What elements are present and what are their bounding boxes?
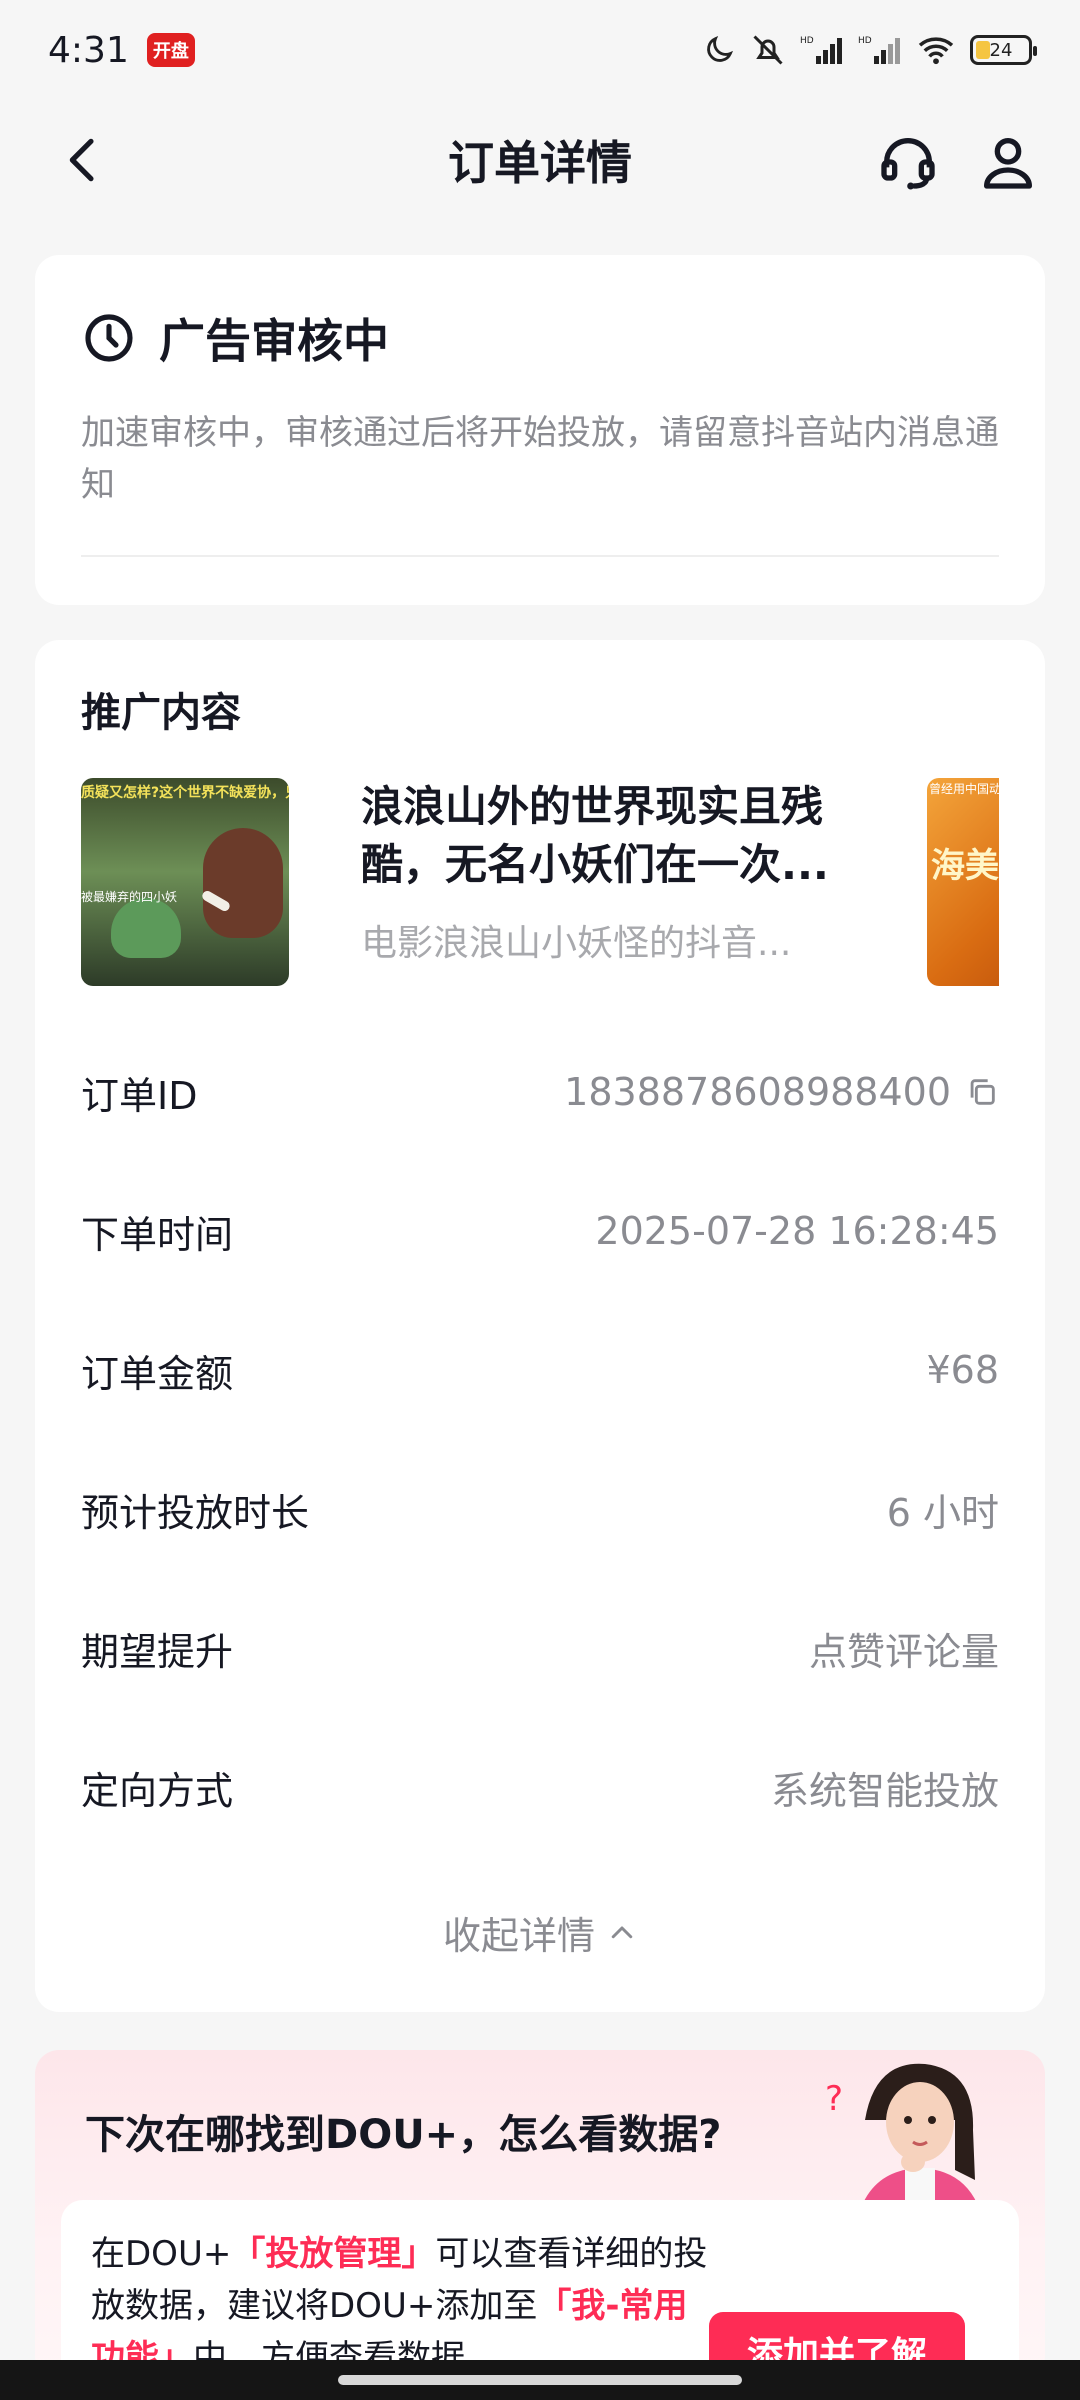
svg-text:?: ? — [825, 2079, 843, 2119]
order-detail-card: 推广内容 质疑又怎样?这个世界不缺爱协，只缺勇 被最嫌弃的四小妖 浪浪山外的世界… — [35, 640, 1045, 2012]
signal-icon: HD — [800, 36, 842, 64]
goal-row: 期望提升 点赞评论量 — [81, 1618, 999, 1678]
targeting-row: 定向方式 系统智能投放 — [81, 1757, 999, 1817]
signal-icon-2: HD — [858, 36, 900, 64]
video-thumbnail-2[interactable]: 曾经用中国动画惊艳了世 海美术电 — [927, 778, 999, 986]
order-time-row: 下单时间 2025-07-28 16:28:45 — [81, 1201, 999, 1261]
order-amount-row: 订单金额 ¥68 — [81, 1340, 999, 1400]
thumbnail-title-2: 海美术电 — [931, 846, 999, 886]
battery-level: 24 — [989, 39, 1013, 61]
status-header: 广告审核中 — [81, 305, 999, 371]
duration-value: 6 小时 — [886, 1490, 999, 1535]
nav-bar: 订单详情 — [0, 110, 1080, 210]
mute-bell-icon — [753, 35, 783, 65]
dou-plus-tip-card: 下次在哪找到DOU+，怎么看数据? ? 在DOU+「投放管理」可以查看详细的投放… — [35, 2050, 1045, 2380]
page-title: 订单详情 — [448, 136, 632, 190]
order-id-row: 订单ID 1838878608988400 — [81, 1062, 999, 1122]
order-id-value: 1838878608988400 — [564, 1070, 951, 1114]
user-icon[interactable] — [976, 130, 1040, 194]
home-indicator[interactable] — [338, 2375, 742, 2385]
thumbnail-caption: 质疑又怎样?这个世界不缺爱协，只缺勇 — [81, 785, 289, 801]
svg-text:HD: HD — [800, 36, 814, 46]
order-time-value: 2025-07-28 16:28:45 — [595, 1209, 999, 1253]
headset-icon[interactable] — [876, 130, 940, 194]
duration-row: 预计投放时长 6 小时 — [81, 1479, 999, 1539]
order-amount-label: 订单金额 — [81, 1351, 234, 1396]
thumbnail-character — [203, 828, 283, 938]
order-id-label: 订单ID — [81, 1073, 198, 1118]
duration-label: 预计投放时长 — [81, 1490, 310, 1535]
status-description: 加速审核中，审核通过后将开始投放，请留意抖音站内消息通知 — [81, 413, 999, 505]
order-amount-value: ¥68 — [926, 1348, 999, 1392]
thumbnail-caption-2: 曾经用中国动画惊艳了世 — [929, 782, 999, 796]
order-id-value-wrap: 1838878608988400 — [564, 1070, 999, 1114]
targeting-label: 定向方式 — [81, 1768, 234, 1813]
review-status-card: 广告审核中 加速审核中，审核通过后将开始投放，请留意抖音站内消息通知 — [35, 255, 1045, 605]
status-app-badge: 开盘 — [146, 33, 195, 67]
status-time: 4:31 — [48, 29, 129, 71]
tip-text: 在DOU+「投放管理」可以查看详细的投放数据，建议将DOU+添加至「我-常用功能… — [91, 2228, 711, 2380]
thumbnail-label: 被最嫌弃的四小妖 — [81, 890, 178, 904]
tip-title: 下次在哪找到DOU+，怎么看数据? — [85, 2112, 722, 2158]
video-author: 电影浪浪山小妖怪的抖音... — [361, 923, 792, 964]
wifi-icon — [918, 37, 954, 65]
thumbnail-character-2 — [111, 898, 181, 958]
goal-label: 期望提升 — [81, 1629, 234, 1674]
tip-highlight-1: 「投放管理」 — [231, 2234, 436, 2274]
video-thumbnail[interactable]: 质疑又怎样?这个世界不缺爱协，只缺勇 被最嫌弃的四小妖 — [81, 778, 289, 986]
video-title: 浪浪山外的世界现实且残酷，无名小妖们在一次... — [361, 782, 829, 889]
battery-icon: 24 — [970, 35, 1037, 65]
targeting-value: 系统智能投放 — [770, 1768, 999, 1813]
collapse-details-button[interactable]: 收起详情 — [35, 1905, 1045, 1960]
status-title: 广告审核中 — [159, 314, 389, 368]
chevron-left-icon[interactable] — [56, 132, 112, 188]
moon-icon — [707, 35, 734, 62]
order-time-label: 下单时间 — [81, 1212, 234, 1257]
promoted-content-row[interactable]: 质疑又怎样?这个世界不缺爱协，只缺勇 被最嫌弃的四小妖 浪浪山外的世界现实且残酷… — [81, 778, 999, 988]
tip-text-1: 在DOU+ — [91, 2234, 232, 2274]
goal-value: 点赞评论量 — [808, 1629, 999, 1674]
copy-icon[interactable] — [965, 1075, 999, 1109]
tip-content-box: 在DOU+「投放管理」可以查看详细的投放数据，建议将DOU+添加至「我-常用功能… — [61, 2200, 1019, 2380]
collapse-label: 收起详情 — [442, 1914, 595, 1958]
clock-icon — [85, 314, 133, 362]
divider — [81, 555, 999, 557]
svg-text:HD: HD — [858, 36, 872, 46]
chevron-up-icon — [611, 1926, 633, 1938]
status-bar: 4:31 开盘 HD HD 24 — [0, 0, 1080, 100]
status-icons: HD HD 24 — [702, 32, 1037, 68]
promoted-content-text: 浪浪山外的世界现实且残酷，无名小妖们在一次... 电影浪浪山小妖怪的抖音... — [361, 778, 901, 966]
